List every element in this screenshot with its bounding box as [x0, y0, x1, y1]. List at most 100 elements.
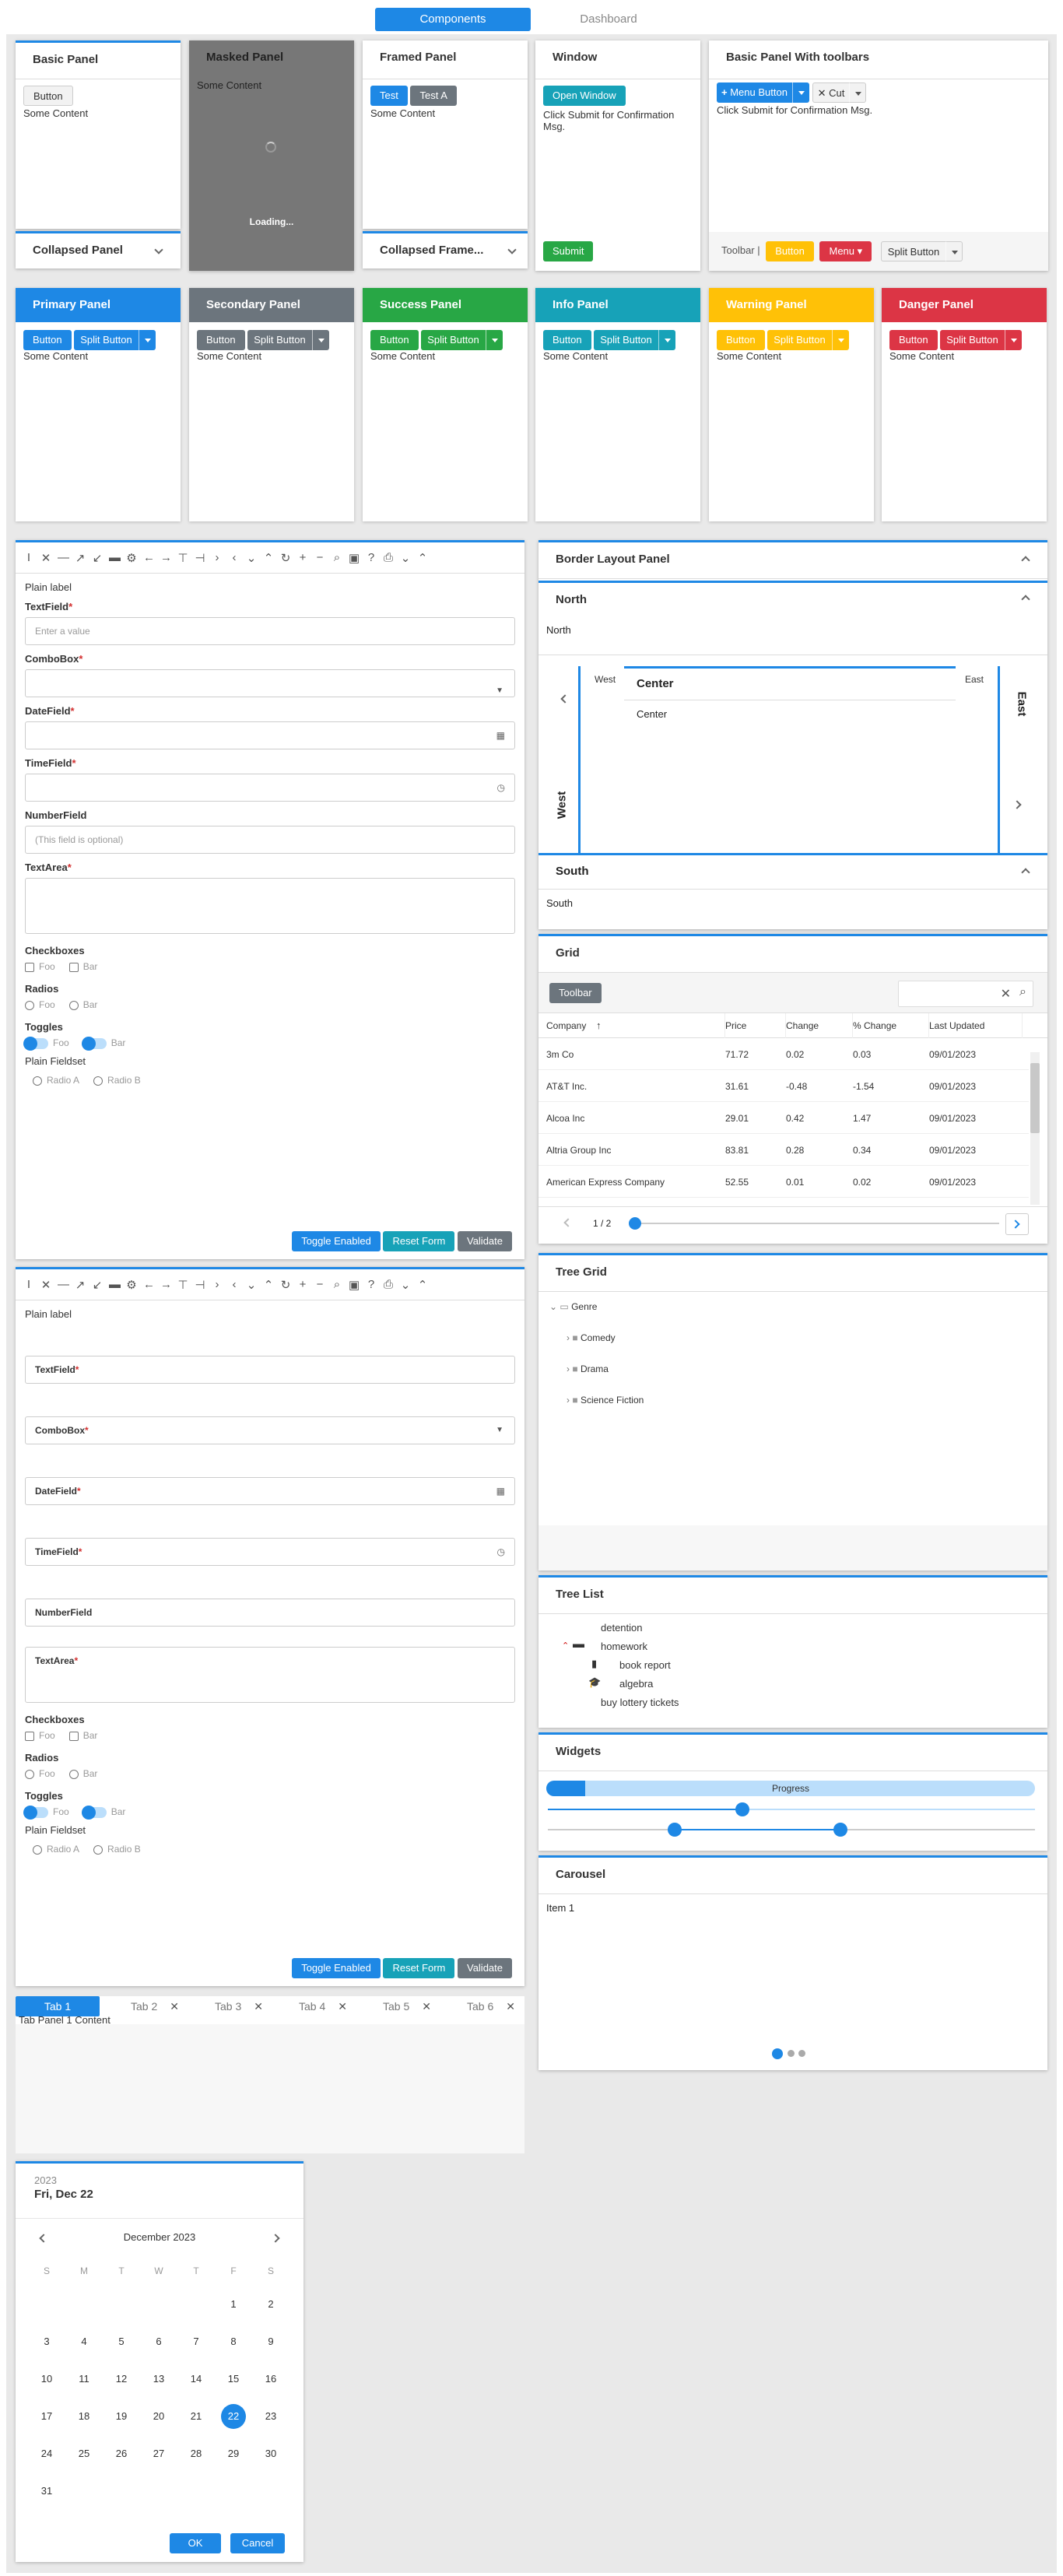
tab-components[interactable]: Components: [375, 8, 531, 31]
dropdown-arrow-icon[interactable]: ▼: [496, 678, 503, 704]
calendar-day[interactable]: 16: [258, 2367, 283, 2392]
calendar-day[interactable]: 30: [258, 2441, 283, 2466]
panel-button[interactable]: Button: [889, 330, 938, 350]
timefield-input[interactable]: ◷: [25, 774, 515, 802]
tab-3[interactable]: Tab 3 ✕: [184, 1996, 268, 2016]
clear-icon[interactable]: ✕: [1001, 986, 1011, 1002]
footer-menu[interactable]: Menu ▾: [819, 241, 872, 261]
dash-icon[interactable]: ▬: [109, 551, 121, 564]
calendar-day[interactable]: 6: [146, 2329, 171, 2354]
expand-icon[interactable]: ↗: [75, 551, 86, 565]
checkbox-foo[interactable]: Foo: [25, 961, 55, 972]
submit-button[interactable]: Submit: [543, 241, 594, 261]
calendar-day[interactable]: 7: [184, 2329, 209, 2354]
calendar-day[interactable]: 3: [34, 2329, 59, 2354]
close-tab-icon[interactable]: ✕: [338, 2000, 347, 2013]
chevron-down-icon[interactable]: ⌄: [246, 551, 257, 565]
radio-bar[interactable]: Bar: [68, 999, 97, 1010]
cut-button[interactable]: ✕ Cut: [812, 82, 867, 103]
calendar-day[interactable]: 9: [258, 2329, 283, 2354]
west-collapse-icon[interactable]: [560, 694, 570, 704]
radio-b[interactable]: Radio B: [93, 1844, 141, 1855]
close-icon[interactable]: ✕: [40, 551, 51, 565]
chevron-down-icon[interactable]: ⌄: [246, 1278, 257, 1292]
checkbox-bar[interactable]: Bar: [68, 961, 97, 972]
slider[interactable]: [548, 1802, 1035, 1816]
tool-icon-1[interactable]: I: [23, 1278, 34, 1291]
calendar-day[interactable]: 4: [72, 2329, 96, 2354]
expand-icon[interactable]: ↗: [75, 1278, 86, 1292]
calendar-day[interactable]: 20: [146, 2404, 171, 2429]
combobox-input[interactable]: ▼: [25, 669, 515, 697]
collapsed-panel[interactable]: Collapsed Panel: [16, 231, 181, 268]
ok-button[interactable]: OK: [170, 2533, 221, 2553]
gear-icon[interactable]: ⚙: [126, 1278, 137, 1292]
help-icon[interactable]: ?: [366, 1278, 377, 1291]
close-icon[interactable]: ✕: [40, 1278, 51, 1292]
calendar-day[interactable]: 15: [221, 2367, 246, 2392]
pin-icon[interactable]: ⊤: [177, 1278, 188, 1292]
textarea-input[interactable]: [25, 878, 515, 934]
calendar-day[interactable]: 29: [221, 2441, 246, 2466]
radio-foo[interactable]: Foo: [25, 999, 55, 1010]
unpin-icon[interactable]: ⊣: [195, 1278, 205, 1292]
clock-icon[interactable]: ◷: [497, 1539, 505, 1565]
tree-item[interactable]: detention: [601, 1622, 643, 1634]
textfield-input[interactable]: Enter a value: [25, 617, 515, 645]
panel-button[interactable]: Button: [717, 330, 765, 350]
chevron-left-icon[interactable]: ‹: [229, 551, 240, 564]
calendar-day[interactable]: 13: [146, 2367, 171, 2392]
calendar-day[interactable]: 31: [34, 2479, 59, 2504]
calendar-day[interactable]: 11: [72, 2367, 96, 2392]
toggle-bar[interactable]: Bar: [81, 1805, 125, 1820]
column-header[interactable]: Change: [786, 1013, 853, 1038]
validate-button[interactable]: Validate: [457, 1958, 512, 1978]
calendar-day[interactable]: 27: [146, 2441, 171, 2466]
collapsed-chevron-icon[interactable]: ›: [567, 1395, 570, 1406]
calendar-day[interactable]: 2: [258, 2292, 283, 2317]
expanded-chevron-icon[interactable]: ⌄: [549, 1301, 557, 1312]
calendar-day[interactable]: 8: [221, 2329, 246, 2354]
calendar-day[interactable]: 1: [221, 2292, 246, 2317]
print-icon[interactable]: ⎙: [383, 1278, 394, 1291]
table-row[interactable]: AT&T Inc. 31.61 -0.48 -1.54 09/01/2023: [539, 1070, 1029, 1102]
tree-node[interactable]: › ■ Drama: [567, 1363, 609, 1374]
toolbar-button[interactable]: Toolbar: [549, 983, 602, 1003]
calendar-day[interactable]: 26: [109, 2441, 134, 2466]
sort-ascending-icon[interactable]: ↑: [596, 1020, 602, 1031]
calendar-day[interactable]: 22: [221, 2404, 246, 2429]
datefield-input[interactable]: DateField* ▦: [25, 1477, 515, 1505]
refresh-icon[interactable]: ↻: [280, 551, 291, 565]
panel-split-button[interactable]: Split Button: [421, 330, 503, 350]
reset-form-button[interactable]: Reset Form: [383, 1958, 455, 1978]
tab-5[interactable]: Tab 5 ✕: [352, 1996, 436, 2016]
tab-4[interactable]: Tab 4 ✕: [268, 1996, 352, 2016]
grid-search-input[interactable]: ✕ ⌕: [898, 981, 1033, 1007]
arrow-right-icon[interactable]: →: [160, 551, 172, 564]
panel-split-button[interactable]: Split Button: [594, 330, 675, 350]
panel-button[interactable]: Button: [370, 330, 419, 350]
radio-a[interactable]: Radio A: [33, 1844, 79, 1855]
radio-b[interactable]: Radio B: [93, 1075, 141, 1086]
tab-dashboard[interactable]: Dashboard: [531, 8, 686, 31]
collapsed-chevron-icon[interactable]: ›: [567, 1332, 570, 1343]
search-icon[interactable]: ⌕: [332, 551, 342, 564]
panel-split-button[interactable]: Split Button: [74, 330, 156, 350]
expand-chevron-icon[interactable]: [154, 245, 163, 254]
indicator-active[interactable]: [772, 2048, 783, 2059]
datefield-input[interactable]: ▦: [25, 721, 515, 749]
save-icon[interactable]: ▣: [349, 551, 360, 565]
radio-foo[interactable]: Foo: [25, 1768, 55, 1779]
textfield-input[interactable]: TextField*: [25, 1356, 515, 1384]
table-row[interactable]: Alcoa Inc 29.01 0.42 1.47 09/01/2023: [539, 1102, 1029, 1134]
indicator[interactable]: [787, 2050, 795, 2058]
calendar-icon[interactable]: ▦: [496, 722, 505, 749]
calendar-day[interactable]: 17: [34, 2404, 59, 2429]
indicator[interactable]: [798, 2050, 806, 2058]
tree-item[interactable]: buy lottery tickets: [601, 1697, 679, 1708]
arrow-left-icon[interactable]: ←: [143, 551, 155, 564]
dash-icon[interactable]: ▬: [109, 1278, 121, 1291]
calendar-day[interactable]: 10: [34, 2367, 59, 2392]
collapse-icon[interactable]: ↙: [92, 551, 103, 565]
east-collapse-icon[interactable]: [1012, 800, 1022, 809]
